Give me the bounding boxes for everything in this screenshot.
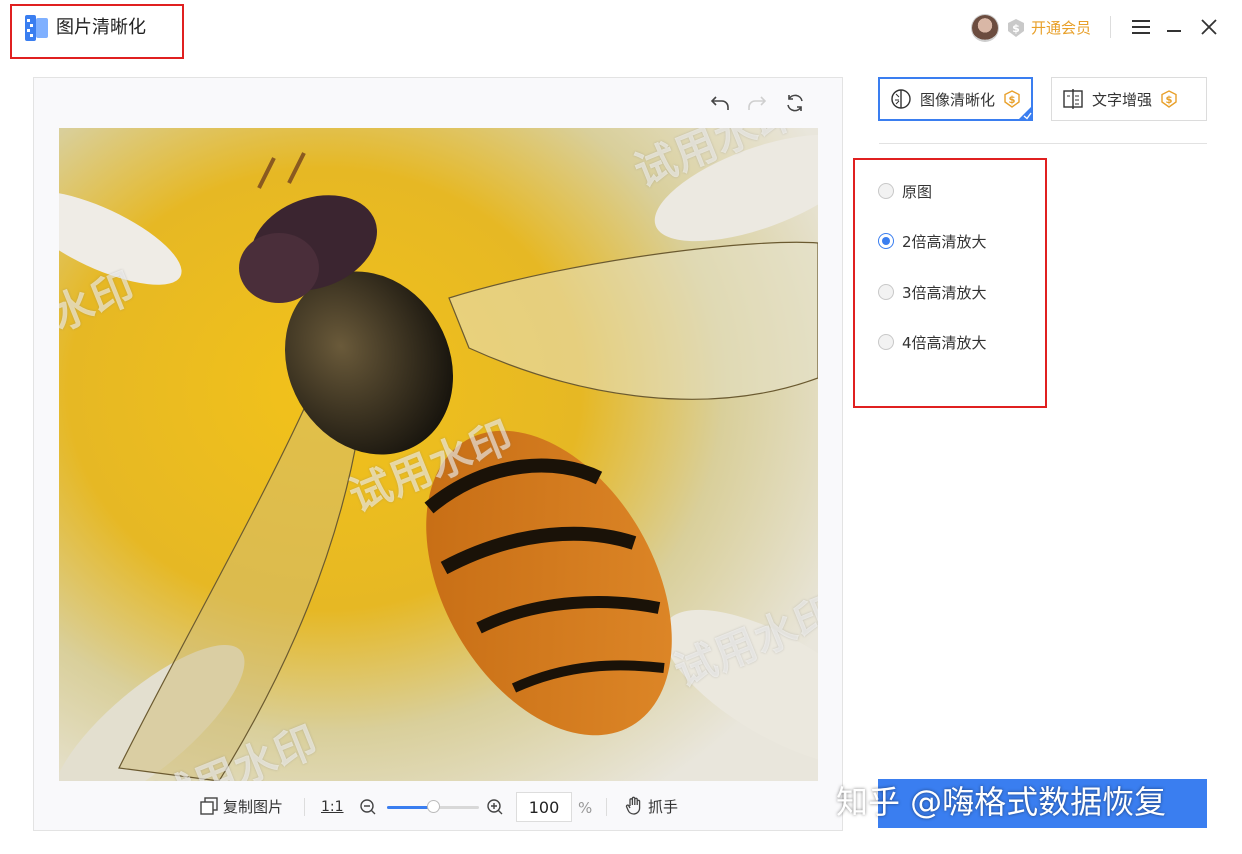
refresh-icon[interactable] bbox=[784, 92, 806, 114]
option-4x-upscale[interactable]: 4倍高清放大 bbox=[878, 330, 987, 354]
zoom-unit-label: % bbox=[578, 799, 593, 817]
copy-image-button[interactable]: 复制图片 bbox=[223, 797, 283, 817]
option-label: 2倍高清放大 bbox=[902, 232, 987, 251]
option-3x-upscale[interactable]: 3倍高清放大 bbox=[878, 280, 987, 304]
mode-text-enhance-button[interactable]: 文字增强 $ bbox=[1051, 77, 1207, 121]
menu-icon[interactable] bbox=[1132, 20, 1150, 34]
radio-button[interactable] bbox=[878, 183, 894, 199]
vip-coin-icon[interactable]: $ bbox=[1006, 18, 1026, 38]
copy-image-icon[interactable] bbox=[200, 797, 218, 815]
close-icon[interactable] bbox=[1200, 18, 1218, 36]
toolbar-divider bbox=[304, 798, 305, 816]
svg-text:$: $ bbox=[1009, 95, 1016, 106]
option-original[interactable]: 原图 bbox=[878, 179, 932, 203]
mode-image-enhance-button[interactable]: 图像清晰化 $ bbox=[878, 77, 1033, 121]
app-title: 图片清晰化 bbox=[56, 17, 146, 38]
open-vip-link[interactable]: 开通会员 bbox=[1031, 18, 1091, 38]
radio-button[interactable] bbox=[878, 334, 894, 350]
footer-watermark: 知乎 @嗨格式数据恢复 bbox=[836, 783, 1167, 821]
mode-label: 文字增强 bbox=[1092, 90, 1153, 109]
zoom-out-icon[interactable] bbox=[359, 798, 377, 816]
selected-check-icon bbox=[1017, 105, 1033, 121]
image-enhance-icon bbox=[891, 89, 911, 109]
text-enhance-icon bbox=[1063, 89, 1083, 109]
radio-button[interactable] bbox=[878, 233, 894, 249]
radio-button[interactable] bbox=[878, 284, 894, 300]
zoom-percent-input[interactable] bbox=[516, 792, 572, 822]
svg-text:$: $ bbox=[1012, 22, 1020, 35]
image-preview[interactable]: 试用水印 水印 试用水印 试用水印 试用水印 bbox=[59, 128, 818, 781]
zoom-slider-thumb[interactable] bbox=[426, 800, 440, 813]
redo-icon[interactable] bbox=[746, 92, 768, 114]
option-2x-upscale[interactable]: 2倍高清放大 bbox=[878, 229, 987, 253]
actual-size-button[interactable]: 1:1 bbox=[321, 797, 344, 817]
hand-tool-button[interactable]: 抓手 bbox=[648, 797, 678, 817]
option-label: 4倍高清放大 bbox=[902, 333, 987, 352]
user-avatar[interactable] bbox=[972, 15, 998, 41]
hand-tool-icon[interactable] bbox=[625, 796, 643, 816]
option-label: 3倍高清放大 bbox=[902, 283, 987, 302]
minimize-icon[interactable] bbox=[1166, 20, 1182, 36]
svg-text:$: $ bbox=[1166, 95, 1173, 106]
header-divider bbox=[1110, 16, 1111, 38]
undo-icon[interactable] bbox=[709, 92, 731, 114]
option-label: 原图 bbox=[902, 182, 933, 201]
vip-coin-icon: $ bbox=[1161, 90, 1177, 108]
zoom-in-icon[interactable] bbox=[486, 798, 504, 816]
mode-label: 图像清晰化 bbox=[920, 90, 996, 109]
panel-divider bbox=[879, 143, 1207, 144]
app-logo-icon bbox=[25, 15, 48, 41]
toolbar-divider bbox=[606, 798, 607, 816]
